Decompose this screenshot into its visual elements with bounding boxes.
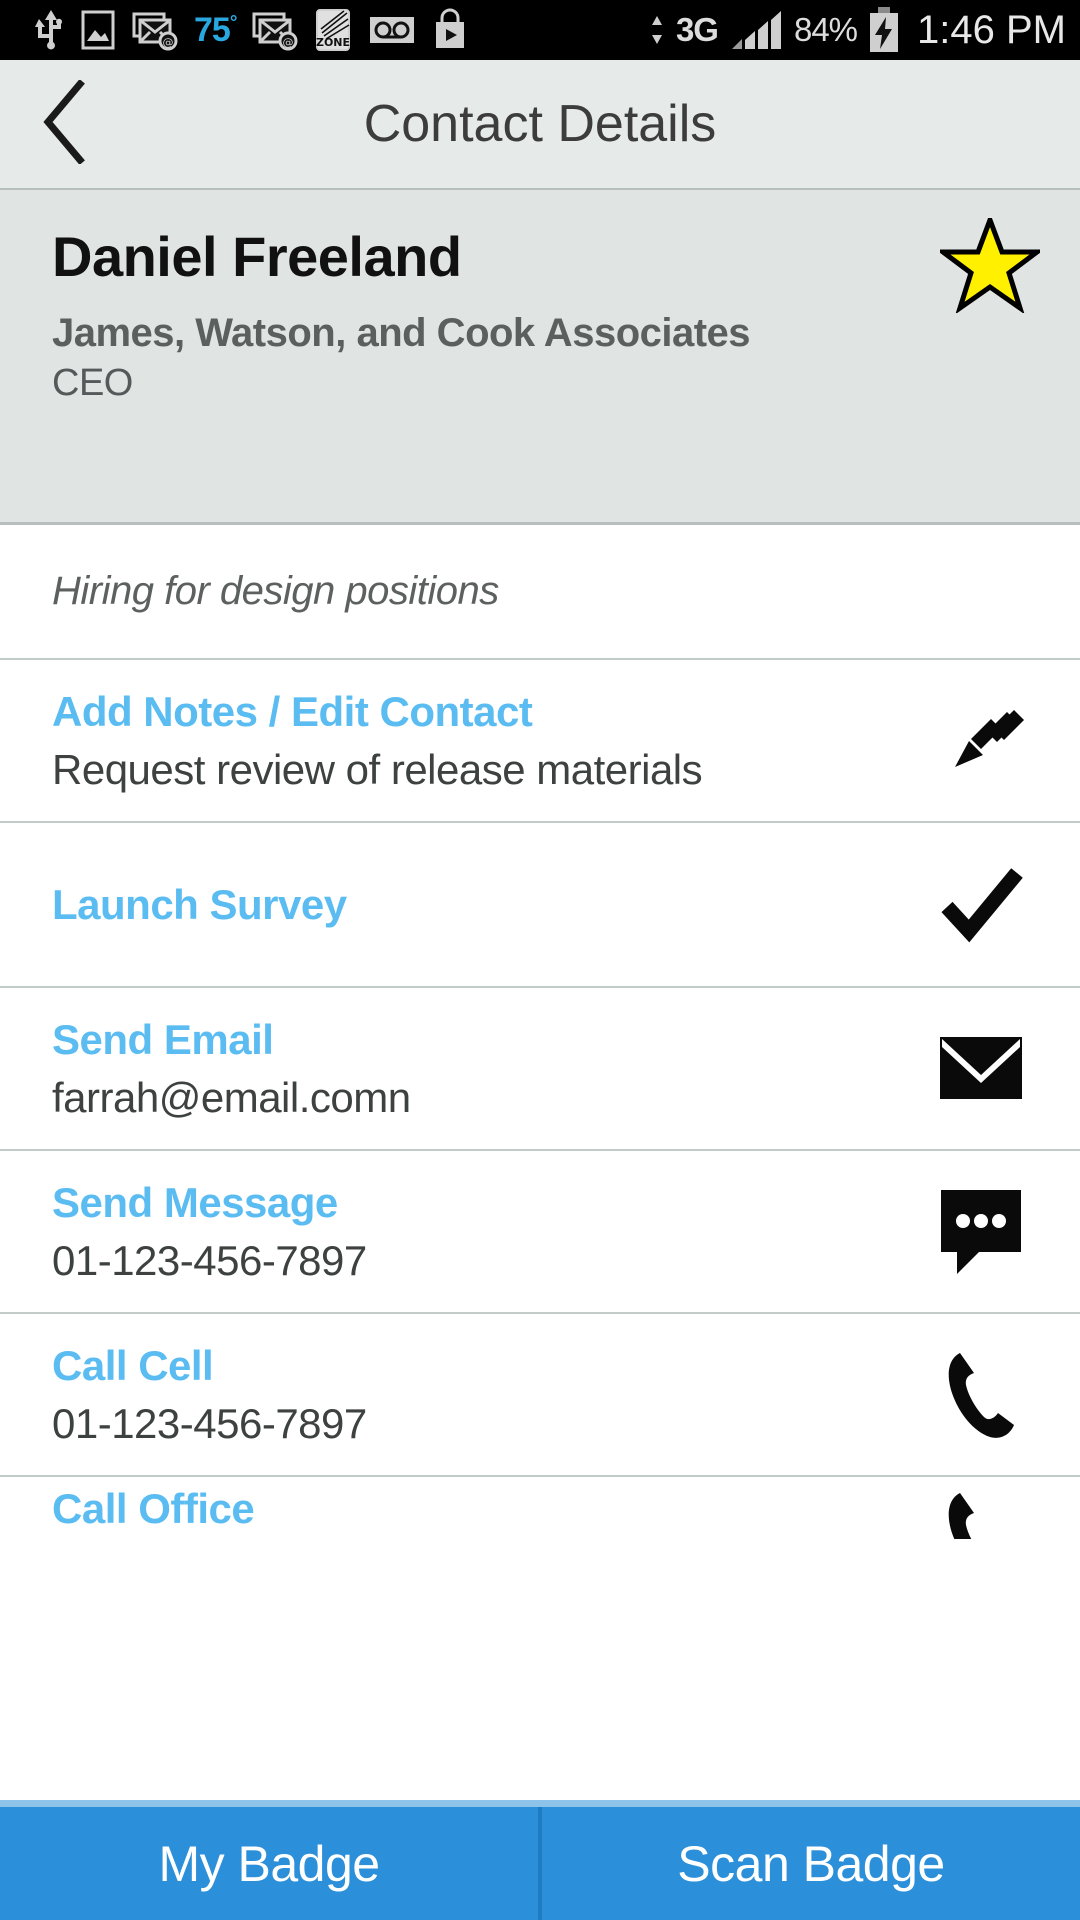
email-at-icon: @ bbox=[132, 8, 178, 52]
email-at-icon-2: @ bbox=[252, 8, 298, 52]
status-bar-left-icons: @ 75° @ ZONE bbox=[34, 7, 648, 53]
gallery-icon bbox=[80, 8, 116, 52]
row-text-group: Call Office bbox=[52, 1485, 255, 1532]
page-title: Contact Details bbox=[363, 95, 717, 153]
zone-icon: ZONE bbox=[314, 7, 352, 53]
temperature-indicator: 75° bbox=[194, 10, 237, 49]
row-text-group: Send Email farrah@email.comn bbox=[52, 1016, 411, 1122]
contact-job-title: CEO bbox=[52, 362, 133, 404]
pencil-icon bbox=[926, 693, 1036, 789]
clock-label: 1:46 PM bbox=[917, 7, 1066, 52]
svg-text:ZONE: ZONE bbox=[316, 36, 350, 49]
row-send-email[interactable]: Send Email farrah@email.comn bbox=[0, 988, 1080, 1151]
row-text-group: Launch Survey bbox=[52, 881, 347, 929]
row-label: Call Cell bbox=[52, 1341, 214, 1389]
phone-icon bbox=[926, 1487, 1036, 1539]
row-subtext: 01-123-456-7897 bbox=[52, 1399, 367, 1447]
battery-percent-label: 84% bbox=[793, 11, 858, 48]
row-label: Add Notes / Edit Contact bbox=[52, 687, 533, 735]
check-icon bbox=[926, 859, 1036, 951]
usb-icon bbox=[34, 8, 64, 52]
row-text-group: Send Message 01-123-456-7897 bbox=[52, 1179, 367, 1285]
star-icon bbox=[935, 212, 1045, 317]
svg-text:@: @ bbox=[283, 36, 294, 49]
row-call-cell[interactable]: Call Cell 01-123-456-7897 bbox=[0, 1314, 1080, 1477]
row-label: Send Email bbox=[52, 1015, 274, 1063]
row-label: Call Office bbox=[52, 1485, 255, 1532]
contact-header: Daniel Freeland James, Watson, and Cook … bbox=[0, 190, 1080, 525]
contact-note-row: Hiring for design positions bbox=[0, 525, 1080, 660]
row-launch-survey[interactable]: Launch Survey bbox=[0, 823, 1080, 988]
row-text-group: Call Cell 01-123-456-7897 bbox=[52, 1342, 367, 1448]
bottom-action-bar: My Badge Scan Badge bbox=[0, 1800, 1080, 1920]
row-send-message[interactable]: Send Message 01-123-456-7897 bbox=[0, 1151, 1080, 1314]
contact-note-text: Hiring for design positions bbox=[52, 569, 499, 613]
contact-name: Daniel Freeland bbox=[52, 225, 462, 288]
data-arrows-icon bbox=[648, 13, 666, 47]
row-add-notes-edit-contact[interactable]: Add Notes / Edit Contact Request review … bbox=[0, 660, 1080, 823]
play-store-icon bbox=[432, 8, 468, 52]
envelope-icon bbox=[926, 1033, 1036, 1105]
row-label: Send Message bbox=[52, 1178, 338, 1226]
contact-company: James, Watson, and Cook Associates bbox=[52, 311, 751, 355]
row-call-office[interactable]: Call Office bbox=[0, 1477, 1080, 1539]
row-subtext: 01-123-456-7897 bbox=[52, 1236, 367, 1284]
svg-text:@: @ bbox=[163, 36, 174, 49]
network-type-label: 3G bbox=[675, 11, 719, 48]
voicemail-icon bbox=[368, 12, 416, 48]
favorite-star-button[interactable] bbox=[935, 212, 1045, 318]
row-label: Launch Survey bbox=[52, 880, 347, 928]
app-bar: Contact Details bbox=[0, 60, 1080, 190]
phone-icon bbox=[926, 1347, 1036, 1443]
status-bar: @ 75° @ ZONE 3G 84% 1:46 PM bbox=[0, 0, 1080, 60]
my-badge-button[interactable]: My Badge bbox=[0, 1807, 538, 1920]
row-subtext: Request review of release materials bbox=[52, 745, 703, 793]
message-bubble-icon bbox=[926, 1186, 1036, 1278]
signal-bars-icon bbox=[728, 9, 784, 51]
scan-badge-button[interactable]: Scan Badge bbox=[538, 1807, 1080, 1920]
row-text-group: Add Notes / Edit Contact Request review … bbox=[52, 687, 703, 794]
status-bar-right-icons: 3G 84% 1:46 PM bbox=[648, 6, 1066, 54]
battery-charging-icon bbox=[867, 6, 901, 54]
row-subtext: farrah@email.comn bbox=[52, 1073, 411, 1121]
